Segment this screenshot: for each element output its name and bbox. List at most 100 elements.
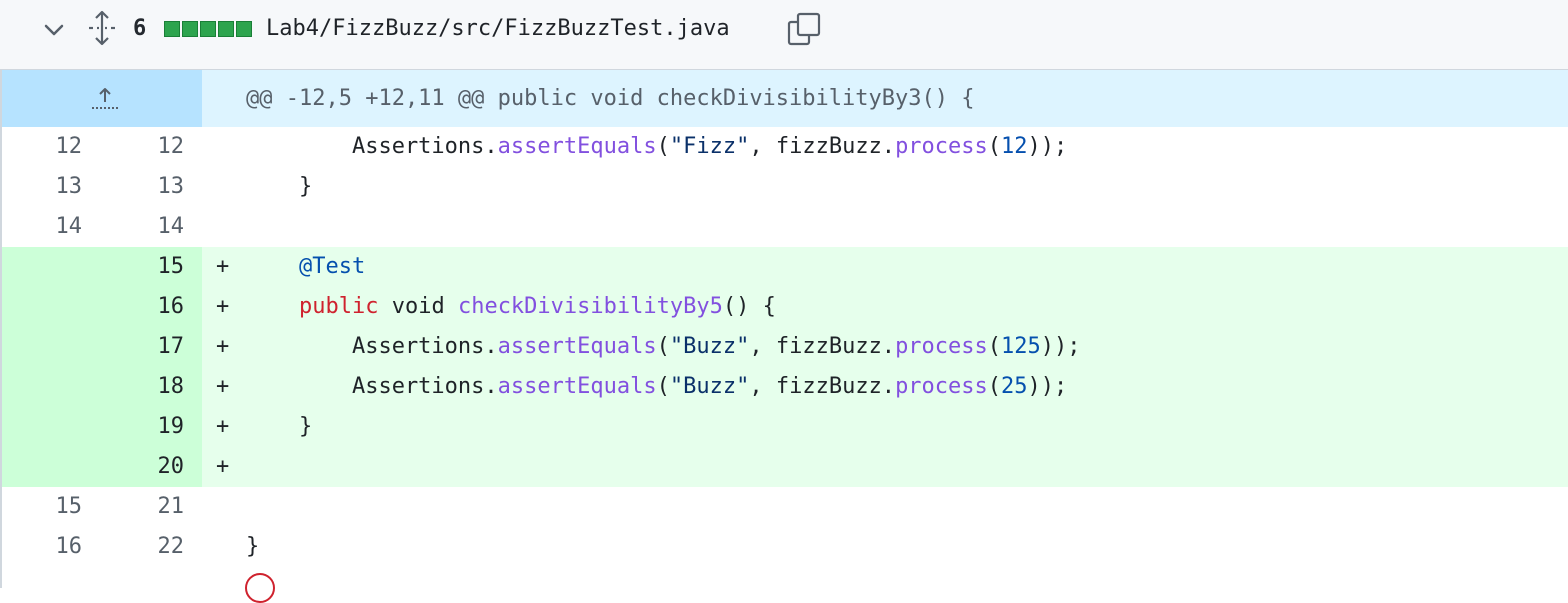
code-token: @Test	[298, 254, 366, 279]
diffstat-block	[182, 21, 198, 37]
diff-line: 16 22}	[2, 527, 1568, 567]
code-token: }	[246, 534, 260, 559]
new-line-number[interactable]: 21	[112, 487, 185, 527]
diff-line: 18 + Assertions.assertEquals("Buzz", fizz…	[2, 367, 1568, 407]
code-token: , fizzBuzz.	[749, 374, 896, 399]
old-line-number[interactable]: 12	[2, 127, 83, 167]
code-token: 25	[1001, 374, 1028, 399]
old-line-number[interactable]	[2, 367, 82, 407]
diff-line: 17 + Assertions.assertEquals("Buzz", fizz…	[2, 327, 1568, 367]
diff-sign: +	[216, 294, 230, 319]
code-line: Assertions.assertEquals("Fizz", fizzBuzz…	[246, 127, 1067, 167]
diff-sign: +	[216, 414, 230, 439]
code-token: ));	[1040, 334, 1081, 359]
diffstat-block	[218, 21, 234, 37]
code-token: , fizzBuzz.	[749, 134, 896, 159]
diff-line: 15 + @Test	[2, 247, 1568, 287]
diff-sign: +	[216, 254, 230, 279]
new-line-number[interactable]: 18	[112, 367, 185, 407]
code-token: process	[895, 134, 988, 159]
code-token: process	[895, 334, 988, 359]
code-token: 12	[1001, 134, 1028, 159]
diffstat-blocks	[164, 21, 252, 37]
code-token: (	[656, 134, 670, 159]
old-line-number[interactable]	[2, 287, 82, 327]
copy-icon[interactable]	[786, 11, 822, 47]
code-line: Assertions.assertEquals("Buzz", fizzBuzz…	[246, 327, 1081, 367]
code-line: Assertions.assertEquals("Buzz", fizzBuzz…	[246, 367, 1067, 407]
diff-line: 19 + }	[2, 407, 1568, 447]
code-token: "Fizz"	[669, 134, 750, 159]
code-token: (	[987, 374, 1002, 399]
new-line-number[interactable]: 16	[112, 287, 185, 327]
hunk-header-text: @@ -12,5 +12,11 @@ public void checkDivi…	[246, 86, 975, 111]
new-line-number[interactable]: 19	[112, 407, 185, 447]
code-token: process	[895, 374, 988, 399]
file-path[interactable]: Lab4/FizzBuzz/src/FizzBuzzTest.java	[266, 14, 730, 44]
code-token: }	[246, 414, 313, 439]
new-line-number[interactable]: 20	[112, 447, 185, 487]
unfold-icon[interactable]	[86, 10, 118, 46]
code-token: (	[987, 134, 1002, 159]
diffstat-block	[236, 21, 252, 37]
code-token: ));	[1027, 134, 1068, 159]
code-token: Assertions.	[246, 134, 498, 159]
code-token: }	[246, 174, 313, 199]
code-token: assertEquals	[497, 134, 657, 159]
code-token: "Buzz"	[669, 374, 750, 399]
code-token: () {	[722, 294, 776, 319]
code-token: , fizzBuzz.	[749, 334, 896, 359]
old-line-number[interactable]	[2, 407, 82, 447]
new-line-number[interactable]: 13	[112, 167, 185, 207]
hunk-header: @@ -12,5 +12,11 @@ public void checkDivi…	[2, 70, 1568, 127]
old-line-number[interactable]	[2, 327, 82, 367]
diff-line: 12 12 Assertions.assertEquals("Fizz", fiz…	[2, 127, 1568, 167]
comment-marker-icon[interactable]	[245, 573, 275, 603]
changes-count: 6	[133, 16, 147, 41]
code-token: Assertions.	[246, 374, 498, 399]
old-line-number[interactable]: 13	[2, 167, 83, 207]
code-line: public void checkDivisibilityBy5() {	[246, 287, 776, 327]
code-line: }	[246, 527, 259, 567]
code-token: ));	[1027, 374, 1068, 399]
old-line-number[interactable]	[2, 247, 82, 287]
diff-line: 13 13 }	[2, 167, 1568, 207]
code-token: assertEquals	[497, 334, 657, 359]
diff-line: 14 14	[2, 207, 1568, 247]
code-token: 125	[1001, 334, 1041, 359]
code-token: assertEquals	[497, 374, 657, 399]
hunk-expand-gutter[interactable]	[2, 70, 202, 127]
diff-line: 16 + public void checkDivisibilityBy5() {	[2, 287, 1568, 327]
old-line-number[interactable]	[2, 447, 82, 487]
diff-sign: +	[216, 374, 230, 399]
code-token: (	[656, 374, 670, 399]
code-token: public	[298, 294, 379, 319]
new-line-number[interactable]: 17	[112, 327, 185, 367]
diff-line: 20 +	[2, 447, 1568, 487]
new-line-number[interactable]: 12	[112, 127, 185, 167]
old-line-number[interactable]: 15	[2, 487, 83, 527]
diff-sign: +	[216, 454, 230, 479]
old-line-number[interactable]: 16	[2, 527, 83, 567]
code-token: (	[987, 334, 1002, 359]
chevron-down-icon[interactable]	[40, 18, 68, 42]
file-header: 6 Lab4/FizzBuzz/src/FizzBuzzTest.java	[0, 0, 1568, 70]
code-token: "Buzz"	[669, 334, 750, 359]
code-token: Assertions.	[246, 334, 498, 359]
new-line-number[interactable]: 22	[112, 527, 185, 567]
diffstat-block	[164, 21, 180, 37]
new-line-number[interactable]: 14	[112, 207, 185, 247]
code-line: @Test	[246, 247, 365, 287]
new-line-number[interactable]: 15	[112, 247, 185, 287]
old-line-number[interactable]: 14	[2, 207, 83, 247]
diff-line: 15 21	[2, 487, 1568, 527]
code-token: checkDivisibilityBy5	[457, 294, 723, 319]
code-token: void	[378, 294, 458, 319]
expand-up-icon[interactable]	[90, 86, 120, 112]
code-line: }	[246, 167, 312, 207]
diff-sign: +	[216, 334, 230, 359]
code-line: }	[246, 407, 312, 447]
code-token: (	[656, 334, 670, 359]
